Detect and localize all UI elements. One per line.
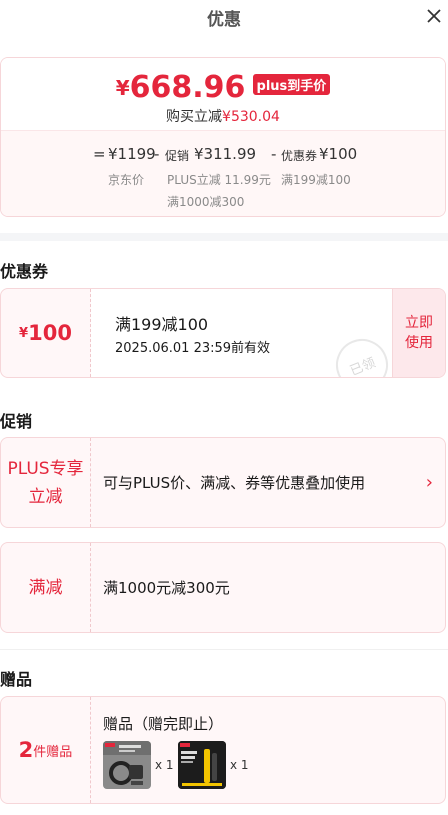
final-price: ¥668.96 plus到手价	[1, 70, 445, 105]
price-summary-card: ¥668.96 plus到手价 购买立减¥530.04 = ¥1199 - 促销…	[0, 57, 446, 217]
section-divider	[0, 233, 448, 241]
gift-count-block: 2 件赠品	[1, 697, 91, 803]
coupon-detail: 满199减100	[281, 173, 351, 187]
coupon-card[interactable]: ¥100 满199减100 2025.06.01 23:59前有效 已领 立即 …	[0, 288, 446, 378]
equals-sign: =	[93, 145, 106, 163]
gift-count: 2	[18, 738, 34, 762]
coupon-value: ¥100	[319, 145, 358, 163]
promotion-tag: PLUS专享 立减	[1, 438, 91, 527]
coupon-condition: 满199减100	[115, 315, 209, 334]
promotion-body: 满1000元减300元	[91, 543, 445, 632]
calc-row: = ¥1199 - 促销 ¥311.99 - 优惠券 ¥100	[1, 145, 445, 165]
gift-body: 赠品（赠完即止） x 1 x 1	[91, 697, 445, 803]
plus-price-badge: plus到手价	[252, 74, 331, 95]
promotion-body: 可与PLUS价、满减、券等优惠叠加使用 ›	[91, 438, 445, 527]
saving-value: ¥530.04	[222, 109, 280, 125]
promo-detail-full-reduction: 满1000减300	[167, 195, 245, 209]
gift-heading: 赠品（赠完即止）	[103, 715, 224, 733]
gift-thumbnail-1	[103, 741, 151, 789]
promotion-row-plus[interactable]: PLUS专享 立减 可与PLUS价、满减、券等优惠叠加使用 ›	[0, 437, 446, 528]
use-coupon-button[interactable]: 立即 使用	[393, 289, 445, 377]
gift-image-icon	[103, 741, 151, 789]
final-price-amount: 668.96	[129, 70, 246, 105]
saving-label: 购买立减	[166, 109, 223, 125]
gift-count-label: 件赠品	[33, 744, 73, 760]
coupon-amount: 100	[28, 321, 72, 345]
base-price-label: 京东价	[108, 173, 145, 187]
minus-sign: -	[271, 145, 277, 163]
divider	[0, 649, 448, 650]
gift-quantity: x 1	[230, 758, 249, 772]
promo-value: ¥311.99	[194, 145, 257, 163]
promo-label: 促销	[165, 149, 190, 163]
currency-symbol: ¥	[115, 76, 130, 100]
base-price: ¥1199	[108, 145, 156, 163]
close-icon[interactable]	[424, 6, 444, 26]
promo-detail-plus: PLUS立减 11.99元	[167, 173, 271, 187]
gift-image-icon	[178, 741, 226, 789]
gift-item[interactable]: x 1	[178, 741, 249, 789]
promotion-text: 满1000元减300元	[103, 579, 230, 597]
saving-line: 购买立减¥530.04	[1, 106, 445, 126]
promotion-tag: 满减	[1, 543, 91, 632]
chevron-right-icon[interactable]: ›	[426, 438, 433, 527]
minus-sign: -	[154, 145, 160, 163]
coupon-section-title: 优惠券	[0, 262, 49, 281]
promotion-section-title: 促销	[0, 412, 33, 431]
coupon-value-block: ¥100	[1, 289, 91, 377]
price-breakdown: = ¥1199 - 促销 ¥311.99 - 优惠券 ¥100 京东价 PLUS…	[1, 130, 445, 216]
coupon-info: 满199减100 2025.06.01 23:59前有效 已领	[91, 289, 396, 377]
gift-thumbnail-2	[178, 741, 226, 789]
gift-card[interactable]: 2 件赠品 赠品（赠完即止） x 1 x 1	[0, 696, 446, 804]
popup-title: 优惠	[207, 10, 241, 30]
coupon-label: 优惠券	[281, 149, 318, 163]
coupon-currency-symbol: ¥	[19, 325, 29, 341]
coupon-expiry: 2025.06.01 23:59前有效	[115, 341, 271, 356]
popup-header: 优惠	[0, 0, 448, 34]
promotion-row-full-reduction: 满减 满1000元减300元	[0, 542, 446, 633]
gift-quantity: x 1	[155, 758, 174, 772]
gift-item[interactable]: x 1	[103, 741, 174, 789]
claimed-stamp-icon: 已领	[328, 331, 396, 377]
gift-section-title: 赠品	[0, 670, 33, 689]
promotion-text: 可与PLUS价、满减、券等优惠叠加使用	[103, 474, 366, 492]
